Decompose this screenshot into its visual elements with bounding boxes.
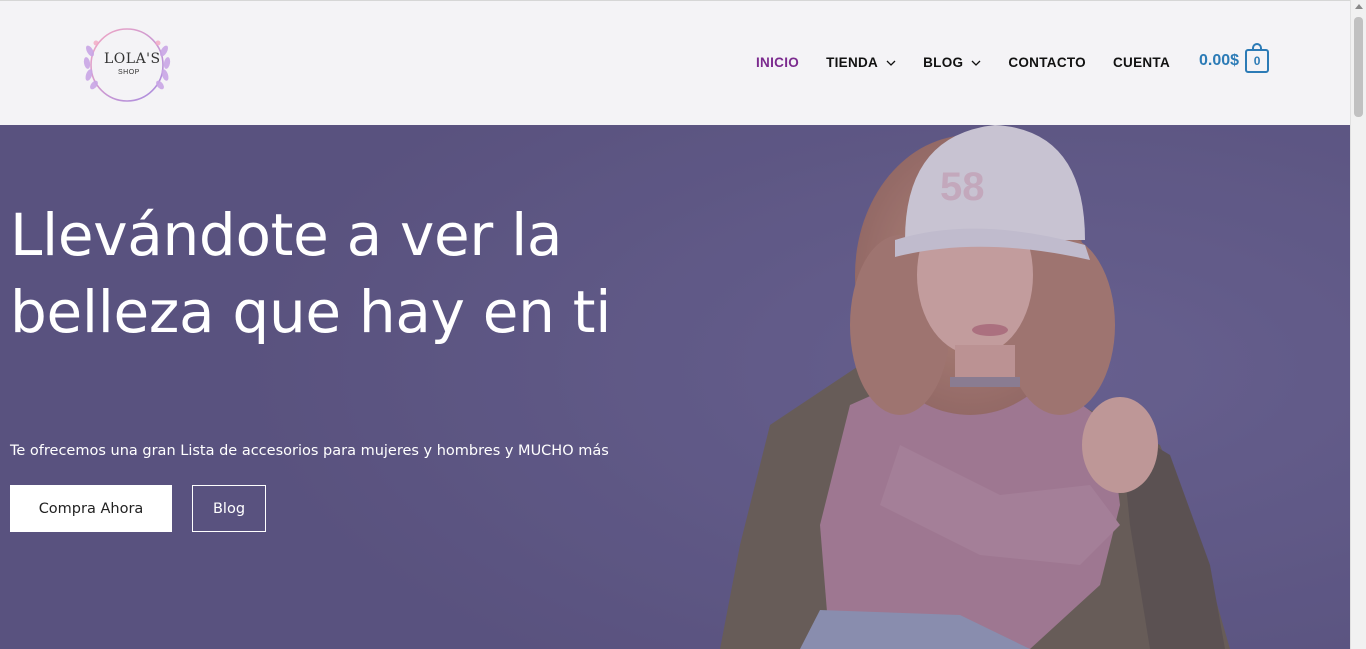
cart-button[interactable]: 0.00$ 0 [1199,43,1270,73]
hero-subtitle: Te ofrecemos una gran Lista de accesorio… [10,443,609,459]
site-header: LOLA'S SHOP INICIO TIENDA BLOG CONTACTO … [0,0,1350,125]
button-label: Blog [212,500,246,517]
compra-ahora-button[interactable]: Compra Ahora [10,485,172,532]
site-logo[interactable]: LOLA'S SHOP [82,25,172,105]
main-navigation: INICIO TIENDA BLOG CONTACTO CUENTA [756,55,1197,70]
page: LOLA'S SHOP INICIO TIENDA BLOG CONTACTO … [0,0,1350,649]
button-label: Compra Ahora [38,500,144,517]
page-scrollbar[interactable] [1350,0,1366,649]
nav-item-label: BLOG [923,55,964,70]
scroll-up-arrow-icon[interactable] [1355,4,1363,9]
chevron-down-icon [971,60,981,66]
hero-title: Llevándote a ver la belleza que hay en t… [10,201,612,346]
chevron-down-icon [886,60,896,66]
nav-item-inicio[interactable]: INICIO [756,55,799,70]
nav-item-label: CUENTA [1112,55,1171,70]
nav-item-label: CONTACTO [1008,55,1086,70]
nav-item-tienda[interactable]: TIENDA [826,55,896,70]
logo-brand-text: LOLA'S [104,51,161,67]
nav-item-contacto[interactable]: CONTACTO [1008,55,1086,70]
nav-item-blog[interactable]: BLOG [923,55,981,70]
blog-button[interactable]: Blog [192,485,266,532]
nav-item-label: TIENDA [826,55,879,70]
hero-banner: 58 Llevándote a ver la belleza que hay e… [0,125,1350,649]
scrollbar-thumb[interactable] [1354,17,1363,117]
logo-sub-text: SHOP [118,69,140,76]
cart-count: 0 [1253,54,1261,68]
shopping-bag-icon: 0 [1245,43,1270,73]
nav-item-cuenta[interactable]: CUENTA [1113,55,1170,70]
nav-item-label: INICIO [756,55,800,70]
cart-total: 0.00$ [1199,52,1240,69]
